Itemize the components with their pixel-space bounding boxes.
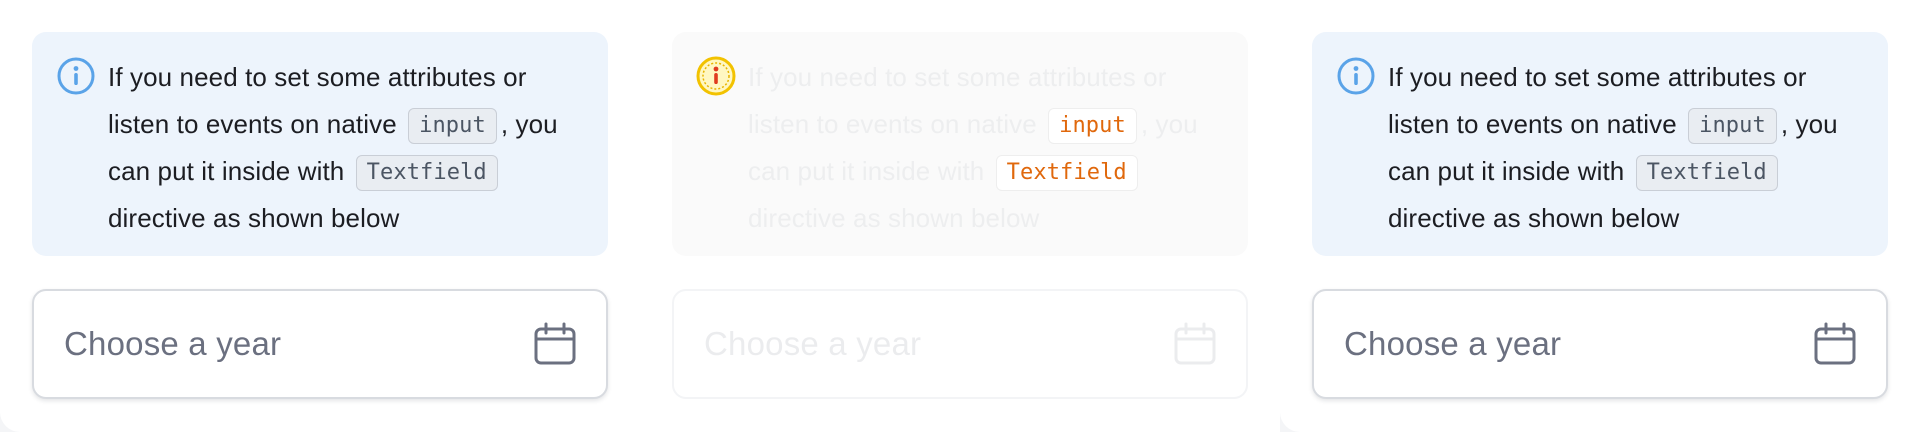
calendar-icon[interactable] [1812, 321, 1858, 367]
info-alert: If you need to set some attributes or li… [672, 32, 1248, 256]
code-input: input [1688, 108, 1777, 145]
year-picker-field[interactable]: Choose a year [32, 289, 608, 399]
year-picker-placeholder: Choose a year [64, 325, 282, 362]
textfield-demo-panel-2: If you need to set some attributes or li… [640, 0, 1280, 432]
info-icon [1337, 57, 1375, 95]
code-textfield: Textfield [995, 155, 1138, 192]
textfield-demo-panel-1: If you need to set some attributes or li… [0, 0, 640, 432]
alert-message: If you need to set some attributes or li… [108, 62, 558, 233]
year-picker-placeholder: Choose a year [704, 325, 922, 362]
code-textfield: Textfield [355, 155, 498, 192]
textfield-demo-panel-3: If you need to set some attributes or li… [1280, 0, 1920, 432]
info-icon [57, 57, 95, 95]
code-input: input [408, 108, 497, 145]
year-picker-field[interactable]: Choose a year [1312, 289, 1888, 399]
year-picker-placeholder: Choose a year [1344, 325, 1562, 362]
calendar-icon[interactable] [1172, 321, 1218, 367]
alert-message: If you need to set some attributes or li… [1388, 62, 1838, 233]
calendar-icon[interactable] [532, 321, 578, 367]
year-picker-field[interactable]: Choose a year [672, 289, 1248, 399]
info-icon-highlighted [696, 56, 736, 96]
info-alert: If you need to set some attributes or li… [1312, 32, 1888, 256]
info-alert: If you need to set some attributes or li… [32, 32, 608, 256]
alert-message: If you need to set some attributes or li… [748, 62, 1198, 233]
code-input: input [1048, 108, 1137, 145]
code-textfield: Textfield [1635, 155, 1778, 192]
